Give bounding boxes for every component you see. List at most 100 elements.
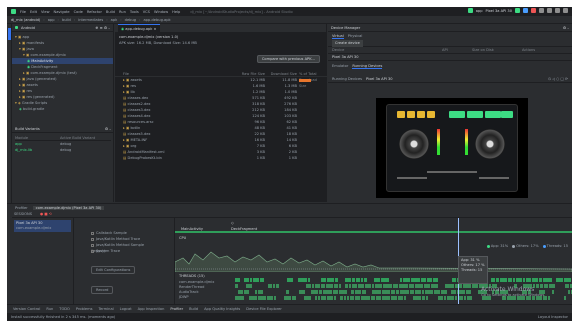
layout-inspector-link[interactable]: Layout Inspector	[538, 315, 568, 319]
tree-item[interactable]: ◈ build.gradle	[12, 106, 113, 112]
device-manager-icon[interactable]	[547, 8, 552, 13]
record-button[interactable]: Record	[91, 286, 114, 294]
tool-app-inspection[interactable]: App Inspection	[138, 307, 165, 311]
thread-state-segment	[421, 278, 426, 282]
menu-view[interactable]: View	[41, 10, 50, 14]
panel-actions-icon[interactable]: ⚙ –	[563, 26, 569, 30]
breadcrumb-item[interactable]: apk	[111, 18, 118, 22]
gear-icon[interactable]	[563, 8, 568, 13]
create-device-button[interactable]: Create device	[332, 39, 363, 47]
panel-actions-icon[interactable]: ⚙ –	[105, 127, 111, 131]
effect-pad[interactable]	[449, 111, 465, 118]
column-header[interactable]: Actions	[522, 47, 535, 54]
project-tool-icon[interactable]	[8, 28, 11, 40]
emulator-screen[interactable]	[376, 98, 528, 198]
device-select[interactable]: Pixel 3a API 30	[486, 9, 513, 13]
menu-code[interactable]: Code	[74, 10, 83, 14]
sample-pad[interactable]	[417, 111, 425, 118]
effect-pad[interactable]	[485, 111, 501, 118]
pitch-slider-left[interactable]	[397, 177, 427, 179]
tool-problems[interactable]: Problems	[76, 307, 93, 311]
menu-build[interactable]: Build	[106, 10, 115, 14]
breadcrumb-item[interactable]: intermediates	[78, 18, 103, 22]
thread-state-segment	[350, 296, 354, 300]
table-row[interactable]: dj_mix.lib debug	[15, 147, 111, 153]
status-bar: Install successfully finished in 2 s 345…	[7, 313, 572, 321]
panel-actions-icon[interactable]: ⊕ ≡ ⚙ –	[96, 26, 110, 30]
breadcrumb-item[interactable]: app-debug.apk	[143, 18, 170, 22]
effect-pad[interactable]	[467, 111, 483, 118]
column-header: Active Build Variant	[60, 136, 96, 140]
device-row[interactable]: Pixel 3a API 30	[328, 54, 572, 61]
column-header[interactable]: API	[442, 47, 472, 54]
table-row[interactable]: ▤ DebugProbesKt.bin 1 KB 1 KB	[115, 155, 327, 161]
menu-window[interactable]: Window	[154, 10, 168, 14]
turntable-left[interactable]	[399, 129, 429, 159]
status-message[interactable]: Install successfully finished in 2 s 345…	[11, 315, 115, 319]
option-system-trace[interactable]: System Trace	[91, 248, 158, 254]
column-header[interactable]: Device	[332, 47, 442, 54]
edit-configurations-button[interactable]: Edit Configurations	[91, 266, 136, 274]
tab-physical[interactable]: Physical	[348, 34, 363, 38]
search-icon[interactable]	[555, 8, 560, 13]
sync-icon[interactable]	[539, 8, 544, 13]
thread-state-segment	[340, 296, 343, 300]
thread-state-segment	[315, 296, 317, 300]
stop-icon[interactable]	[531, 8, 536, 13]
sample-pad[interactable]	[397, 111, 405, 118]
tab-running-devices[interactable]: Running Devices	[352, 64, 383, 69]
debug-icon[interactable]	[523, 8, 528, 13]
crossfader[interactable]	[427, 171, 477, 173]
tool-build[interactable]: Build	[189, 307, 198, 311]
sample-pad[interactable]	[427, 111, 435, 118]
tool-logcat[interactable]: Logcat	[120, 307, 132, 311]
compare-apk-button[interactable]: Compare with previous APK...	[256, 55, 320, 63]
menu-help[interactable]: Help	[172, 10, 180, 14]
device-name: Pixel 3a API 30	[332, 54, 359, 59]
record-icon[interactable]: ● ■ ⟲	[40, 212, 52, 216]
tab-profiler[interactable]: Profiler	[15, 206, 28, 210]
project-view-select[interactable]: Android	[21, 26, 35, 30]
device-controls-icon[interactable]: ⏻ ◁ ○ □ ⟳	[548, 76, 568, 83]
menu-navigate[interactable]: Navigate	[54, 10, 70, 14]
thread-state-segment	[365, 284, 371, 288]
menu-refactor[interactable]: Refactor	[87, 10, 102, 14]
session-item[interactable]: Pixel 3a API 30 com.example.djmix	[14, 220, 71, 232]
menu-run[interactable]: Run	[119, 10, 126, 14]
run-config-select[interactable]: app	[476, 9, 483, 13]
tab-virtual[interactable]: Virtual	[332, 34, 344, 39]
menu-vcs[interactable]: VCS	[143, 10, 150, 14]
breadcrumb-item[interactable]: build	[62, 18, 71, 22]
raw-size: 1 KB	[256, 156, 265, 160]
thread-state-segment	[472, 284, 478, 288]
thread-name[interactable]: JDWP	[179, 295, 214, 300]
tool-todo[interactable]: TODO	[59, 307, 70, 311]
sample-pad[interactable]	[407, 111, 415, 118]
running-device-tab[interactable]: Pixel 3a API 30	[366, 76, 393, 83]
dj-app-ui[interactable]	[386, 104, 518, 192]
effect-pad[interactable]	[501, 111, 513, 118]
menu-edit[interactable]: Edit	[30, 10, 37, 14]
pitch-slider-right[interactable]	[479, 177, 509, 179]
tool-run[interactable]: Run	[46, 307, 53, 311]
tab-profiler-session[interactable]: com.example.djmix (Pixel 3a API 30)	[32, 205, 105, 210]
breadcrumb-item[interactable]: app	[48, 18, 55, 22]
thread-state-segment	[451, 290, 456, 294]
tool-profiler[interactable]: Profiler	[170, 307, 183, 311]
tab-apk[interactable]: ◉ app-debug.apk ×	[118, 24, 160, 32]
menu-tools[interactable]: Tools	[130, 10, 139, 14]
turntable-right[interactable]	[475, 129, 505, 159]
run-icon[interactable]	[515, 8, 520, 13]
breadcrumb-item[interactable]: debug	[125, 18, 136, 22]
thread-state-segment	[333, 290, 338, 294]
tool-device-file-explorer[interactable]: Device File Explorer	[246, 307, 282, 311]
tool-version-control[interactable]: Version Control	[13, 307, 40, 311]
hammer-icon[interactable]	[467, 8, 473, 13]
tool-terminal[interactable]: Terminal	[98, 307, 113, 311]
breadcrumb-item[interactable]: dj_mix (android)	[11, 18, 40, 22]
tool-app-quality[interactable]: App Quality Insights	[204, 307, 240, 311]
menu-file[interactable]: File	[20, 10, 26, 14]
thread-state-segment	[433, 278, 438, 282]
column-header[interactable]: Size on Disk	[472, 47, 522, 54]
variant-cell[interactable]: debug	[60, 147, 71, 153]
